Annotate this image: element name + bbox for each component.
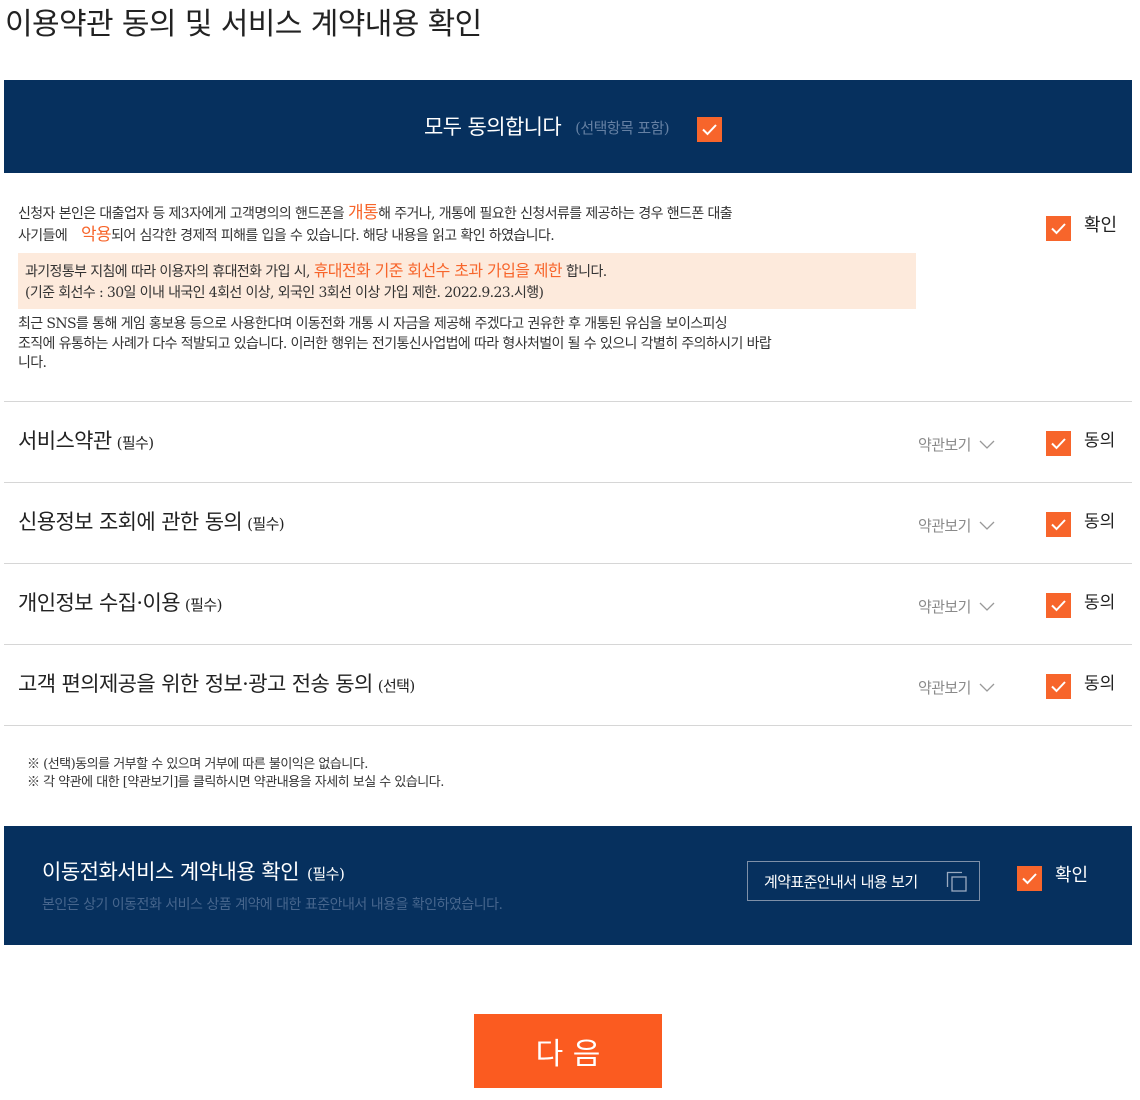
- contract-confirm-label[interactable]: 확인: [1055, 864, 1088, 888]
- footnote: ※ (선택)동의를 거부할 수 있으며 거부에 따른 불이익은 없습니다.: [27, 757, 368, 772]
- check-icon: [1051, 681, 1066, 693]
- check-icon: [1022, 873, 1037, 885]
- terms-agree-checkbox[interactable]: [1046, 674, 1071, 699]
- check-icon: [702, 123, 717, 135]
- terms-agree-label[interactable]: 동의: [1084, 429, 1115, 453]
- limit-highlight: 휴대전화 기준 회선수 초과 가입을 제한: [313, 261, 563, 280]
- notice-confirm-checkbox[interactable]: [1046, 216, 1071, 241]
- terms-agree-checkbox[interactable]: [1046, 431, 1071, 456]
- view-terms-label: 약관보기: [918, 436, 971, 454]
- check-icon: [1051, 223, 1066, 235]
- view-terms-label: 약관보기: [918, 679, 971, 697]
- line-limit-detail: (기준 회선수 : 30일 이내 내국인 4회선 이상, 외국인 3회선 이상 …: [25, 285, 544, 301]
- chevron-down-icon: [979, 521, 995, 530]
- contract-confirm-panel: 이동전화서비스 계약내용 확인 (필수) 본인은 상기 이동전화 서비스 상품 계…: [4, 826, 1132, 945]
- terms-agree-checkbox[interactable]: [1046, 512, 1071, 537]
- notice-text: 되어 심각한 경제적 피해를 입을 수 있습니다. 해당 내용을 읽고 확인 하…: [111, 228, 555, 244]
- page-title: 이용약관 동의 및 서비스 계약내용 확인: [5, 7, 482, 42]
- contract-title-text: 이동전화서비스 계약내용 확인: [42, 860, 300, 884]
- terms-row-privacy: 개인정보 수집·이용 (필수) 약관보기 동의: [4, 563, 1132, 644]
- terms-title[interactable]: 고객 편의제공을 위한 정보·광고 전송 동의 (선택): [18, 669, 415, 701]
- notice-confirm-label[interactable]: 확인: [1084, 214, 1117, 238]
- terms-title[interactable]: 개인정보 수집·이용 (필수): [18, 588, 222, 620]
- chevron-down-icon: [979, 602, 995, 611]
- notice-highlight: 악용: [80, 225, 112, 245]
- limit-text: 합니다.: [562, 264, 607, 280]
- footnote: ※ 각 약관에 대한 [약관보기]를 클릭하시면 약관내용을 자세히 보실 수 …: [27, 775, 444, 790]
- notice-text: 사기들에: [18, 228, 71, 244]
- terms-title[interactable]: 신용정보 조회에 관한 동의 (필수): [18, 507, 285, 539]
- terms-agree-label[interactable]: 동의: [1084, 510, 1115, 534]
- warning-line: 니다.: [18, 355, 47, 371]
- chevron-down-icon: [979, 440, 995, 449]
- agree-all-label[interactable]: 모두 동의합니다: [424, 113, 562, 141]
- agree-all-bar: 모두 동의합니다 (선택항목 포함): [4, 80, 1132, 173]
- chevron-down-icon: [979, 683, 995, 692]
- view-terms-label: 약관보기: [918, 517, 971, 535]
- terms-row-marketing: 고객 편의제공을 위한 정보·광고 전송 동의 (선택) 약관보기 동의: [4, 644, 1132, 725]
- check-icon: [1051, 519, 1066, 531]
- terms-title-text: 개인정보 수집·이용: [18, 591, 181, 615]
- view-contract-guide-button[interactable]: 계약표준안내서 내용 보기: [747, 861, 980, 901]
- contract-confirm-checkbox[interactable]: [1017, 866, 1042, 891]
- required-tag: (필수): [247, 515, 285, 533]
- fraud-notice: 신청자 본인은 대출업자 등 제3자에게 고객명의의 핸드폰을 개통해 주거나,…: [18, 203, 733, 247]
- next-button[interactable]: 다 음: [474, 1014, 662, 1088]
- sns-warning: 최근 SNS를 통해 게임 홍보용 등으로 사용한다며 이동전화 개통 시 자금…: [18, 315, 772, 374]
- notice-text: 신청자 본인은 대출업자 등 제3자에게 고객명의의 핸드폰을: [18, 206, 348, 222]
- terms-title-text: 서비스약관: [18, 429, 112, 453]
- agree-all-note: (선택항목 포함): [575, 119, 669, 137]
- terms-title[interactable]: 서비스약관 (필수): [18, 426, 154, 458]
- view-terms-label: 약관보기: [918, 598, 971, 616]
- terms-agree-label[interactable]: 동의: [1084, 591, 1115, 615]
- view-terms-link[interactable]: 약관보기: [918, 435, 995, 455]
- check-icon: [1051, 600, 1066, 612]
- agree-all-checkbox[interactable]: [697, 116, 722, 142]
- footnotes: ※ (선택)동의를 거부할 수 있으며 거부에 따른 불이익은 없습니다. ※ …: [27, 756, 444, 792]
- terms-title-text: 고객 편의제공을 위한 정보·광고 전송 동의: [18, 672, 373, 696]
- view-contract-guide-label: 계약표준안내서 내용 보기: [764, 872, 918, 891]
- required-tag: (필수): [307, 865, 345, 883]
- view-terms-link[interactable]: 약관보기: [918, 678, 995, 698]
- warning-line: 조직에 유통하는 사례가 다수 적발되고 있습니다. 이러한 행위는 전기통신사…: [18, 335, 772, 352]
- terms-list: 서비스약관 (필수) 약관보기 동의 신용정보 조회에 관한 동의 (필수) 약관보…: [4, 401, 1132, 726]
- terms-title-text: 신용정보 조회에 관한 동의: [18, 510, 243, 534]
- new-window-icon: [946, 871, 967, 892]
- line-limit-line: 과기정통부 지침에 따라 이용자의 휴대전화 가입 시, 휴대전화 기준 회선수…: [25, 260, 916, 283]
- warning-line: 최근 SNS를 통해 게임 홍보용 등으로 사용한다며 이동전화 개통 시 자금…: [18, 316, 728, 332]
- terms-row-credit-inquiry: 신용정보 조회에 관한 동의 (필수) 약관보기 동의: [4, 482, 1132, 563]
- optional-tag: (선택): [377, 677, 416, 695]
- fraud-notice-line: 사기들에 악용되어 심각한 경제적 피해를 입을 수 있습니다. 해당 내용을 …: [18, 225, 732, 247]
- view-terms-link[interactable]: 약관보기: [918, 516, 995, 536]
- terms-row-service: 서비스약관 (필수) 약관보기 동의: [4, 401, 1132, 482]
- required-tag: (필수): [184, 596, 223, 614]
- terms-agree-label[interactable]: 동의: [1084, 672, 1115, 696]
- terms-agree-checkbox[interactable]: [1046, 593, 1071, 618]
- contract-title: 이동전화서비스 계약내용 확인 (필수): [42, 857, 345, 889]
- check-icon: [1051, 438, 1066, 450]
- notice-text: 해 주거나, 개통에 필요한 신청서류를 제공하는 경우 핸드폰 대출: [378, 206, 733, 222]
- limit-text: 과기정통부 지침에 따라 이용자의 휴대전화 가입 시,: [25, 264, 314, 280]
- view-terms-link[interactable]: 약관보기: [918, 597, 995, 617]
- notice-highlight: 개통: [347, 203, 379, 223]
- contract-description: 본인은 상기 이동전화 서비스 상품 계약에 대한 표준안내서 내용을 확인하였…: [42, 897, 503, 913]
- required-tag: (필수): [116, 434, 155, 452]
- line-limit-notice: 과기정통부 지침에 따라 이용자의 휴대전화 가입 시, 휴대전화 기준 회선수…: [18, 253, 916, 309]
- fraud-notice-line: 신청자 본인은 대출업자 등 제3자에게 고객명의의 핸드폰을 개통해 주거나,…: [18, 203, 733, 225]
